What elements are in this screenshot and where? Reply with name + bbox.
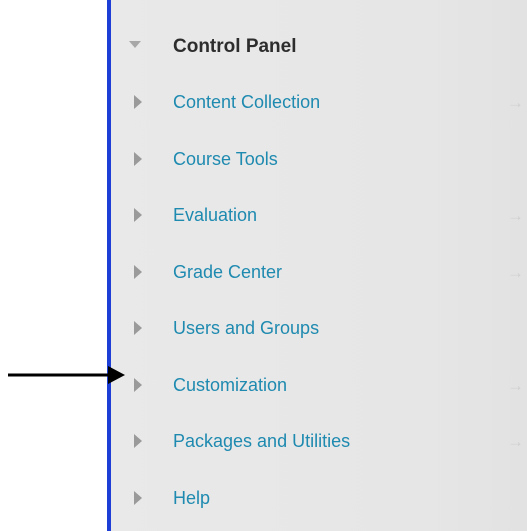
menu-item-help[interactable]: Help — [111, 471, 527, 528]
control-panel-menu: Content Collection → Course Tools Evalua… — [111, 75, 527, 527]
right-arrow-icon[interactable]: → — [507, 376, 524, 396]
menu-item-packages-and-utilities[interactable]: Packages and Utilities → — [111, 414, 527, 471]
expand-caret-icon[interactable] — [134, 95, 142, 109]
menu-item-label[interactable]: Customization — [173, 375, 287, 396]
right-arrow-icon[interactable]: → — [507, 263, 524, 283]
expand-caret-icon[interactable] — [134, 208, 142, 222]
right-arrow-icon[interactable]: → — [507, 432, 524, 452]
menu-item-grade-center[interactable]: Grade Center → — [111, 245, 527, 302]
menu-item-label[interactable]: Grade Center — [173, 262, 282, 283]
menu-item-label[interactable]: Packages and Utilities — [173, 431, 350, 452]
menu-item-content-collection[interactable]: Content Collection → — [111, 75, 527, 132]
collapse-caret-icon[interactable] — [129, 41, 141, 48]
menu-item-label[interactable]: Content Collection — [173, 92, 320, 113]
expand-caret-icon[interactable] — [134, 321, 142, 335]
control-panel-header[interactable]: Control Panel — [111, 27, 527, 67]
screenshot-stage: Control Panel Content Collection → Cours… — [0, 0, 527, 531]
expand-caret-icon[interactable] — [134, 490, 142, 505]
menu-item-customization[interactable]: Customization → — [111, 358, 527, 415]
right-arrow-icon[interactable]: → — [507, 206, 524, 226]
menu-item-label[interactable]: Evaluation — [173, 205, 257, 226]
control-panel-title: Control Panel — [173, 36, 297, 57]
menu-item-evaluation[interactable]: Evaluation → — [111, 188, 527, 245]
expand-caret-icon[interactable] — [134, 377, 142, 392]
menu-item-course-tools[interactable]: Course Tools — [111, 132, 527, 189]
menu-item-label[interactable]: Course Tools — [173, 149, 278, 170]
menu-item-label[interactable]: Users and Groups — [173, 318, 319, 339]
right-arrow-icon[interactable]: → — [507, 93, 524, 113]
pointer-arrow-icon — [8, 366, 125, 384]
expand-caret-icon[interactable] — [134, 151, 142, 166]
expand-caret-icon[interactable] — [134, 264, 142, 279]
menu-item-label[interactable]: Help — [173, 488, 210, 509]
menu-item-users-and-groups[interactable]: Users and Groups — [111, 301, 527, 358]
expand-caret-icon[interactable] — [134, 434, 142, 448]
